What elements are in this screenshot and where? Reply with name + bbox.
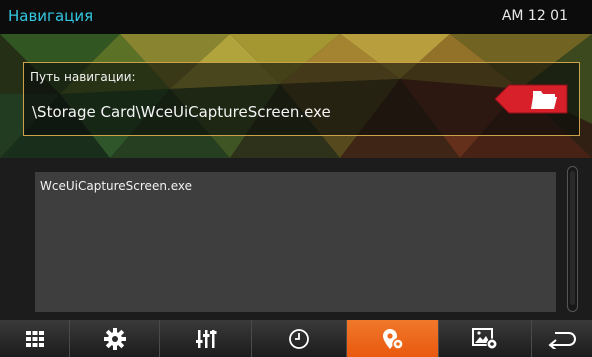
navigation-path-panel: Путь навигации: \Storage Card\WceUiCaptu…	[23, 62, 580, 136]
equalizer-icon	[195, 329, 216, 348]
list-item[interactable]: WceUiCaptureScreen.exe	[40, 179, 192, 193]
nav-equalizer-button[interactable]	[160, 320, 252, 357]
picture-settings-icon	[472, 327, 498, 349]
scrollbar-thumb[interactable]	[570, 171, 575, 305]
grid-icon	[25, 330, 44, 347]
screen: Навигация AM 12 01 Путь навигации: \Stor…	[0, 0, 592, 357]
clock: AM 12 01	[501, 8, 568, 24]
scrollbar[interactable]	[567, 166, 578, 312]
gear-icon	[103, 327, 126, 350]
nav-back-button[interactable]	[532, 320, 592, 357]
navigation-settings-icon	[382, 328, 404, 350]
path-label: Путь навигации:	[30, 70, 136, 84]
nav-apps-button[interactable]	[0, 320, 70, 357]
back-arrow-icon	[548, 331, 576, 349]
status-bar: Навигация AM 12 01	[0, 0, 592, 35]
nav-navigation-settings-button[interactable]	[347, 320, 439, 357]
folder-open-icon	[494, 84, 568, 114]
file-list[interactable]: WceUiCaptureScreen.exe	[35, 172, 556, 312]
nav-settings-button[interactable]	[70, 320, 160, 357]
bottom-nav	[0, 320, 592, 357]
app-title: Навигация	[8, 7, 94, 25]
nav-picture-settings-button[interactable]	[439, 320, 532, 357]
browse-folder-button[interactable]	[491, 79, 571, 119]
nav-clock-button[interactable]	[252, 320, 347, 357]
path-value: \Storage Card\WceUiCaptureScreen.exe	[32, 103, 331, 121]
clock-icon	[289, 328, 309, 349]
